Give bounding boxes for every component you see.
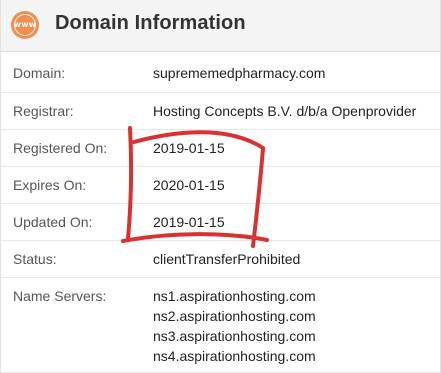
status-label: Status: — [13, 251, 57, 267]
row-registered-on: Registered On: 2019-01-15 — [1, 130, 440, 167]
row-name-servers: Name Servers: ns1.aspirationhosting.com … — [1, 278, 440, 372]
name-server-item: ns4.aspirationhosting.com — [153, 348, 316, 364]
registrar-value: Hosting Concepts B.V. d/b/a Openprovider — [153, 103, 417, 119]
domain-label: Domain: — [13, 65, 66, 81]
registered-on-label: Registered On: — [13, 140, 108, 156]
registered-on-value: 2019-01-15 — [153, 140, 225, 156]
expires-on-value: 2020-01-15 — [153, 177, 225, 193]
row-updated-on: Updated On: 2019-01-15 — [1, 204, 440, 241]
status-value: clientTransferProhibited — [153, 251, 301, 267]
www-globe-icon: www — [11, 11, 39, 39]
name-server-item: ns3.aspirationhosting.com — [153, 328, 316, 344]
name-server-item: ns2.aspirationhosting.com — [153, 308, 316, 324]
updated-on-label: Updated On: — [13, 214, 93, 230]
row-expires-on: Expires On: 2020-01-15 — [1, 167, 440, 204]
name-servers-list: ns1.aspirationhosting.com ns2.aspiration… — [153, 286, 316, 366]
row-status: Status: clientTransferProhibited — [1, 241, 440, 278]
domain-information-panel: www Domain Information Domain: suprememe… — [0, 0, 441, 373]
panel-title: Domain Information — [55, 12, 246, 34]
expires-on-label: Expires On: — [13, 177, 87, 193]
panel-header: www Domain Information — [1, 0, 440, 52]
name-servers-label: Name Servers: — [13, 288, 107, 304]
name-server-item: ns1.aspirationhosting.com — [153, 288, 316, 304]
row-domain: Domain: suprememedpharmacy.com — [1, 52, 440, 93]
registrar-label: Registrar: — [13, 103, 74, 119]
row-registrar: Registrar: Hosting Concepts B.V. d/b/a O… — [1, 93, 440, 130]
domain-value: suprememedpharmacy.com — [153, 65, 326, 81]
updated-on-value: 2019-01-15 — [153, 214, 225, 230]
